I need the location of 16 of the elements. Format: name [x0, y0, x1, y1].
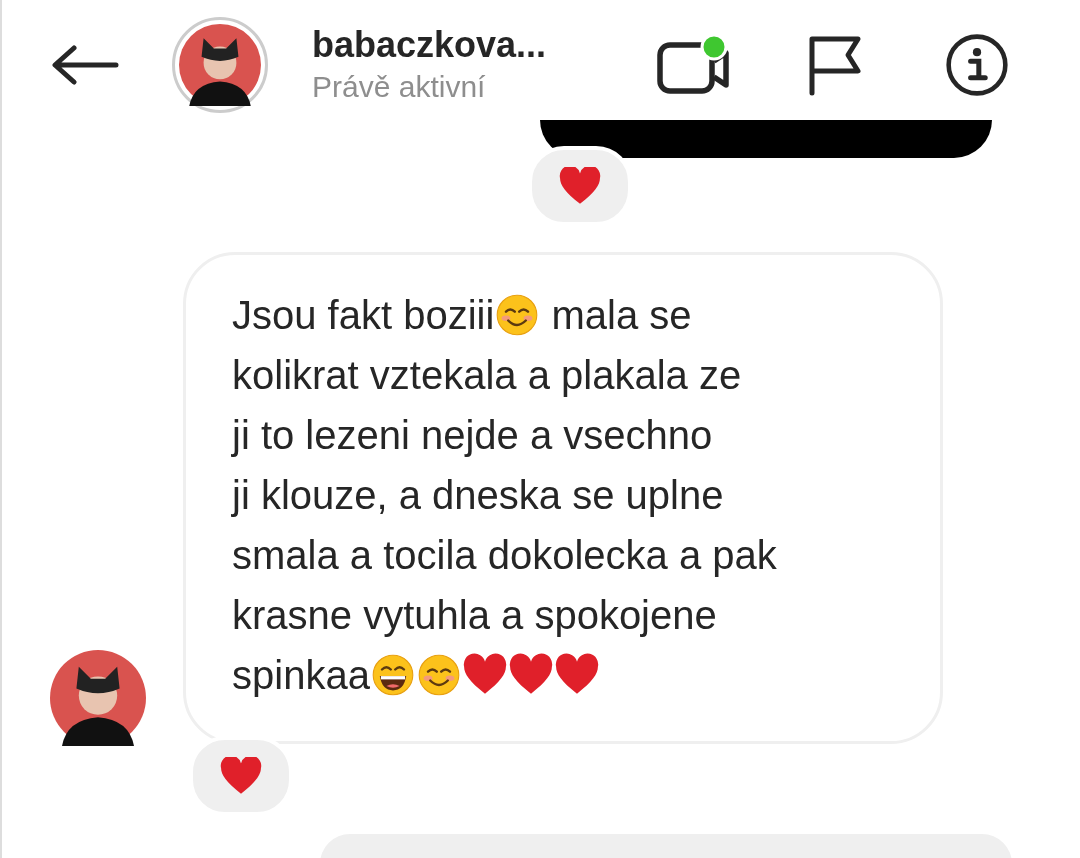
contact-name[interactable]: babaczkova...: [312, 23, 642, 67]
heart-icon: [559, 167, 601, 205]
message-text: ji klouze, a dneska se uplne: [232, 472, 724, 518]
activity-status: Právě aktivní: [312, 69, 487, 105]
smiling-face-icon: [416, 653, 461, 697]
message-text: ji to lezeni nejde a vsechno: [232, 412, 713, 458]
smiling-face-icon: [495, 293, 540, 337]
message-text: kolikrat vztekala a plakala ze: [232, 352, 742, 398]
message-text: spinkaa: [232, 652, 370, 698]
message-text: mala se: [550, 292, 692, 338]
back-arrow-icon[interactable]: [50, 45, 120, 85]
grinning-face-icon: [370, 653, 415, 697]
message-text: smala a tocila dokolecka a pak: [232, 532, 777, 578]
message-text: krasne vytuhla a spokojene: [232, 592, 717, 638]
message-text: Jsou fakt boziii: [232, 292, 495, 338]
heart-icon: [220, 757, 262, 795]
